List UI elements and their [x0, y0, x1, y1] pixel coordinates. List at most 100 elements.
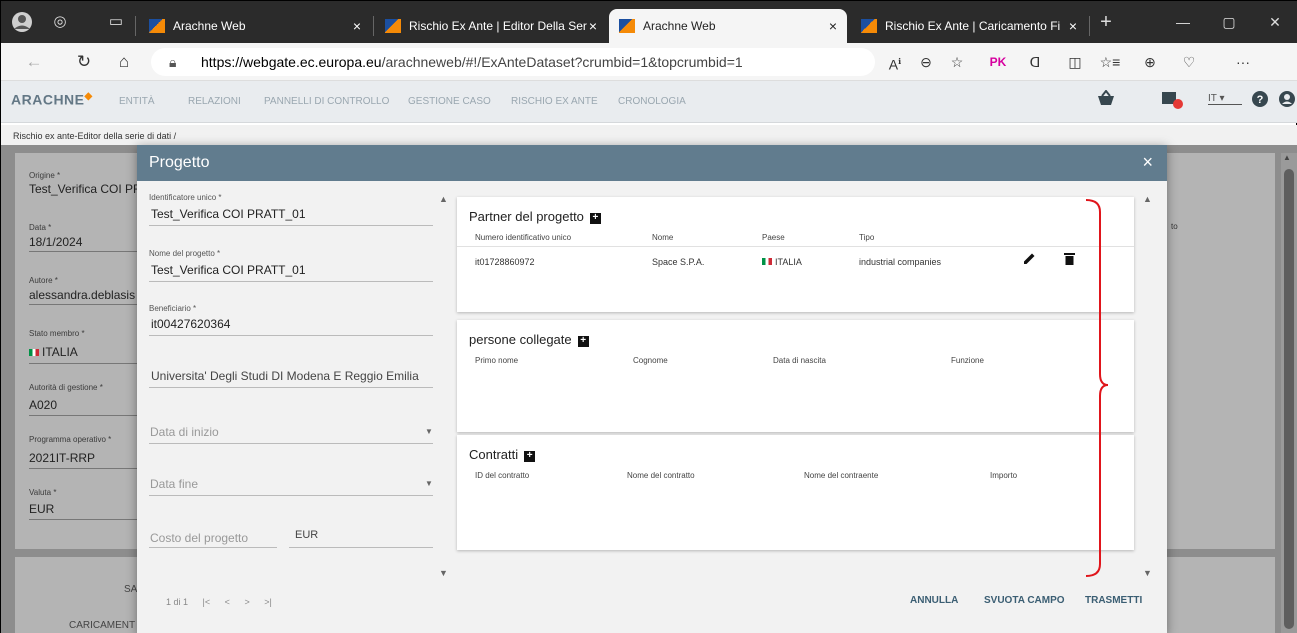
field-underline — [149, 443, 433, 444]
notifications-icon[interactable] — [1161, 90, 1185, 112]
left-scroll-up-icon[interactable]: ▲ — [439, 194, 448, 204]
next-page-icon[interactable]: > — [244, 597, 249, 607]
add-contract-icon[interactable]: + — [524, 451, 536, 462]
breadcrumb[interactable]: Rischio ex ante-Editor della serie di da… — [13, 131, 176, 141]
restore-icon[interactable]: ▢ — [1206, 1, 1252, 43]
language-value: IT — [1208, 93, 1217, 104]
field-underline — [149, 387, 433, 388]
menu-gestione-caso[interactable]: GESTIONE CASO — [408, 96, 491, 107]
left-scroll-down-icon[interactable]: ▼ — [439, 568, 448, 578]
tab-close-icon[interactable]: × — [353, 9, 361, 43]
tab-arachne-web-active[interactable]: Arachne Web × — [609, 9, 847, 43]
app-navbar: ARACHNE◆ ENTITÀ RELAZIONI PANNELLI DI CO… — [1, 81, 1297, 123]
currency-select[interactable]: EUR — [295, 529, 318, 541]
dialog-body: Identificatore unico * Test_Verifica COI… — [137, 181, 1167, 633]
bg-upload-button[interactable]: CARICAMENT — [69, 620, 135, 631]
dropdown-arrow-icon[interactable]: ▼ — [425, 427, 433, 436]
scroll-up-arrow-icon[interactable]: ▲ — [1283, 153, 1291, 162]
partners-panel: Partner del progetto + Numero identificat… — [457, 197, 1134, 312]
last-page-icon[interactable]: >| — [264, 597, 272, 607]
dialog-close-icon[interactable]: × — [1142, 152, 1153, 173]
field-underline — [149, 495, 433, 496]
svg-text:?: ? — [1257, 94, 1264, 106]
field-underline — [149, 547, 277, 548]
tab-arachne-web-1[interactable]: Arachne Web × — [139, 9, 371, 43]
menu-entita[interactable]: ENTITÀ — [119, 96, 155, 107]
clear-field-button[interactable]: SVUOTA CAMPO — [984, 595, 1065, 606]
menu-cronologia[interactable]: CRONOLOGIA — [618, 96, 686, 107]
arachne-favicon-icon — [385, 19, 401, 33]
brand-text: ARACHNE — [11, 91, 85, 108]
add-partner-icon[interactable]: + — [589, 213, 601, 224]
bg-save-button[interactable]: SA — [124, 584, 137, 595]
delete-trash-icon[interactable] — [1064, 252, 1075, 268]
bg-field-value: Test_Verifica COI PRATT — [29, 182, 137, 196]
prev-page-icon[interactable]: < — [225, 597, 230, 607]
workspaces-icon[interactable]: ◎ — [49, 11, 71, 33]
start-date-select[interactable]: Data di inizio — [150, 425, 219, 439]
split-screen-icon[interactable]: ◫ — [1063, 51, 1087, 73]
contracts-title: Contratti + — [469, 447, 536, 462]
collections-icon[interactable]: ⊕ — [1138, 51, 1162, 73]
read-aloud-icon[interactable]: Aℹ — [883, 51, 907, 73]
extension-pk-badge[interactable]: PK — [986, 51, 1010, 73]
project-name-input[interactable]: Test_Verifica COI PRATT_01 — [151, 263, 306, 277]
col-header: Funzione — [951, 356, 984, 365]
favorites-icon[interactable]: ☆≡ — [1098, 51, 1122, 73]
edit-pencil-icon[interactable] — [1023, 252, 1036, 268]
basket-icon[interactable] — [1097, 89, 1115, 112]
cancel-button[interactable]: ANNULLA — [910, 595, 958, 606]
partner-type-cell: industrial companies — [859, 257, 942, 267]
url-path: /arachneweb/#!/ExAnteDataset?crumbid=1&t… — [381, 54, 743, 70]
menu-rischio-ex-ante[interactable]: RISCHIO EX ANTE — [511, 96, 598, 107]
favorite-star-icon[interactable]: ☆ — [945, 51, 969, 73]
right-scroll-up-icon[interactable]: ▲ — [1143, 194, 1152, 204]
tab-actions-icon[interactable]: ▭ — [105, 11, 127, 33]
page-scrollbar-thumb[interactable] — [1284, 169, 1294, 629]
unique-id-input[interactable]: Test_Verifica COI PRATT_01 — [151, 207, 306, 221]
project-cost-input[interactable]: Costo del progetto — [150, 531, 248, 545]
window-close-icon[interactable]: ✕ — [1252, 1, 1297, 43]
contracts-panel: Contratti + ID del contratto Nome del con… — [457, 435, 1134, 550]
new-tab-button[interactable]: + — [1095, 11, 1117, 33]
bg-field-value: A020 — [29, 398, 58, 412]
partner-country-text: ITALIA — [775, 257, 802, 267]
menu-relazioni[interactable]: RELAZIONI — [188, 96, 241, 107]
tab-title: Rischio Ex Ante | Caricamento Fi — [885, 19, 1061, 33]
col-header: Nome — [652, 233, 674, 242]
browser-essentials-icon[interactable]: ♡ — [1177, 51, 1201, 73]
more-options-icon[interactable]: ··· — [1231, 51, 1255, 73]
page-indicator: 1 di 1 — [166, 597, 189, 607]
tab-close-icon[interactable]: × — [589, 9, 597, 43]
back-icon[interactable]: ← — [21, 49, 47, 75]
app-logo[interactable]: ARACHNE◆ — [11, 91, 93, 108]
arachne-favicon-icon — [619, 19, 635, 33]
dropdown-arrow-icon[interactable]: ▼ — [425, 479, 433, 488]
user-account-icon[interactable] — [1278, 90, 1296, 112]
url-field[interactable]: 🔒︎ https://webgate.ec.europa.eu/arachnew… — [151, 48, 875, 76]
tab-separator — [373, 16, 374, 36]
extension-icon[interactable]: ᗡ — [1023, 51, 1047, 73]
beneficiary-name-field[interactable]: Universita' Degli Studi DI Modena E Regg… — [151, 369, 419, 383]
tab-caricamento[interactable]: Rischio Ex Ante | Caricamento Fi × — [851, 9, 1087, 43]
refresh-icon[interactable]: ↻ — [71, 49, 97, 75]
bg-side-label: to — [1171, 222, 1178, 231]
help-icon[interactable]: ? — [1251, 90, 1269, 112]
profile-avatar-icon[interactable] — [11, 11, 33, 33]
tab-close-icon[interactable]: × — [829, 9, 837, 43]
zoom-icon[interactable]: ⊖ — [914, 51, 938, 73]
bg-field-label: Autore * — [29, 276, 58, 285]
home-icon[interactable]: ⌂ — [111, 49, 137, 75]
tab-editor-serie[interactable]: Rischio Ex Ante | Editor Della Ser × — [375, 9, 607, 43]
beneficiary-input[interactable]: it00427620364 — [151, 317, 230, 331]
menu-pannelli[interactable]: PANNELLI DI CONTROLLO — [264, 96, 389, 107]
add-person-icon[interactable]: + — [577, 336, 589, 347]
right-scroll-down-icon[interactable]: ▼ — [1143, 568, 1152, 578]
language-select[interactable]: IT ▾ — [1208, 93, 1242, 105]
tab-title: Arachne Web — [643, 19, 716, 33]
tab-close-icon[interactable]: × — [1069, 9, 1077, 43]
minimize-icon[interactable]: — — [1160, 1, 1206, 43]
submit-button[interactable]: TRASMETTI — [1085, 595, 1142, 606]
first-page-icon[interactable]: |< — [203, 597, 211, 607]
end-date-select[interactable]: Data fine — [150, 477, 198, 491]
